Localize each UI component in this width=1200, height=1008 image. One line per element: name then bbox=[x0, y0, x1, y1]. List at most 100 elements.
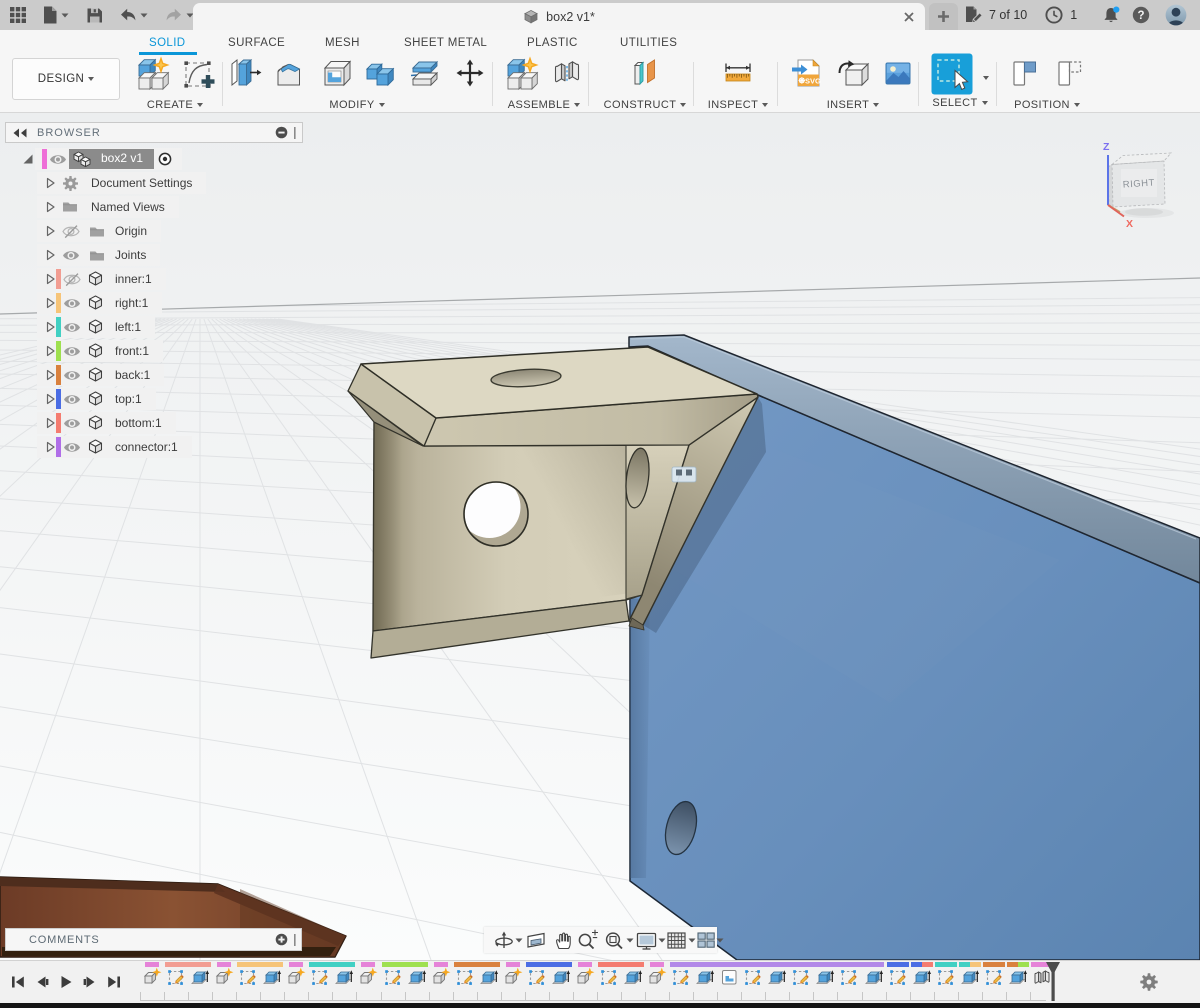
split-body-button[interactable] bbox=[407, 55, 443, 91]
timeline-feature-sketch[interactable] bbox=[671, 967, 691, 987]
play-button[interactable] bbox=[58, 974, 74, 990]
chevron-down-icon[interactable] bbox=[625, 936, 635, 944]
move-button[interactable] bbox=[452, 55, 488, 91]
group-label[interactable]: POSITION bbox=[1001, 99, 1093, 111]
timeline-feature-component[interactable] bbox=[503, 967, 523, 987]
timeline-feature-sketch[interactable] bbox=[984, 967, 1004, 987]
timeline-feature-component[interactable] bbox=[431, 967, 451, 987]
notifications-button[interactable] bbox=[1101, 0, 1121, 30]
visibility-eye-icon[interactable] bbox=[63, 272, 81, 287]
expand-arrow-icon[interactable] bbox=[43, 320, 57, 334]
tree-item-label[interactable]: Document Settings bbox=[91, 176, 192, 190]
browser-root-row[interactable]: box2 v1 bbox=[5, 147, 303, 171]
close-tab-button[interactable] bbox=[900, 8, 918, 26]
timeline-feature-component[interactable] bbox=[575, 967, 595, 987]
visibility-eye-icon[interactable] bbox=[63, 369, 81, 382]
browser-tree-row[interactable]: Joints bbox=[5, 243, 303, 267]
workspace-tab-solid[interactable]: SOLID bbox=[149, 37, 186, 49]
expand-arrow-icon[interactable] bbox=[43, 392, 57, 406]
timeline-feature-sketch[interactable] bbox=[936, 967, 956, 987]
chevron-down-icon[interactable] bbox=[982, 69, 989, 87]
joint-button[interactable] bbox=[549, 55, 585, 91]
combine-button[interactable] bbox=[362, 55, 398, 91]
tree-item-label[interactable]: front:1 bbox=[115, 344, 149, 358]
browser-tree-row[interactable]: Named Views bbox=[5, 195, 303, 219]
save-button[interactable] bbox=[78, 0, 111, 30]
timeline-feature-sketch[interactable] bbox=[166, 967, 186, 987]
visibility-eye-icon[interactable] bbox=[63, 297, 81, 310]
timeline-feature-sketch[interactable] bbox=[888, 967, 908, 987]
workspace-tab-surface[interactable]: SURFACE bbox=[228, 37, 285, 49]
timeline-feature-sketch[interactable] bbox=[839, 967, 859, 987]
expand-arrow-icon[interactable] bbox=[43, 296, 57, 310]
go-to-start-button[interactable] bbox=[10, 974, 26, 990]
tree-item-label[interactable]: connector:1 bbox=[115, 440, 178, 454]
timeline-feature-extrude[interactable] bbox=[1008, 967, 1028, 987]
orbit-icon[interactable] bbox=[493, 929, 515, 951]
expand-arrow-icon[interactable] bbox=[43, 416, 57, 430]
timeline-feature-extrude[interactable] bbox=[407, 967, 427, 987]
timeline-feature-component[interactable] bbox=[358, 967, 378, 987]
help-button[interactable]: ? bbox=[1131, 0, 1151, 30]
expand-arrow-icon[interactable] bbox=[43, 344, 57, 358]
group-label[interactable]: CREATE bbox=[130, 99, 220, 111]
expand-arrow-icon[interactable] bbox=[43, 368, 57, 382]
visibility-eye-icon[interactable] bbox=[63, 321, 81, 334]
zoom-icon[interactable] bbox=[576, 929, 600, 951]
timeline-feature-sketch[interactable] bbox=[310, 967, 330, 987]
timeline-feature-sketch[interactable] bbox=[383, 967, 403, 987]
timeline-feature-extrude[interactable] bbox=[623, 967, 643, 987]
browser-tree-row[interactable]: top:1 bbox=[5, 387, 303, 411]
capture-position-button[interactable] bbox=[1007, 55, 1043, 91]
group-label[interactable]: INSPECT bbox=[698, 99, 778, 111]
browser-header[interactable]: BROWSER bbox=[5, 122, 303, 143]
browser-tree-row[interactable]: bottom:1 bbox=[5, 411, 303, 435]
timeline-feature-sketch[interactable] bbox=[455, 967, 475, 987]
app-grid-button[interactable] bbox=[2, 0, 34, 30]
step-forward-button[interactable] bbox=[82, 974, 98, 990]
tree-item-label[interactable]: inner:1 bbox=[115, 272, 152, 286]
timeline-feature-extrude[interactable] bbox=[190, 967, 210, 987]
workspace-tab-sheet-metal[interactable]: SHEET METAL bbox=[404, 37, 487, 49]
visibility-eye-icon[interactable] bbox=[62, 249, 80, 262]
tree-item-label[interactable]: Joints bbox=[115, 248, 146, 262]
add-comment-icon[interactable] bbox=[275, 933, 288, 946]
timeline-feature-extrude[interactable] bbox=[262, 967, 282, 987]
timeline-feature-extrude[interactable] bbox=[767, 967, 787, 987]
canvas-button[interactable] bbox=[880, 55, 916, 91]
viewport-3d[interactable]: RIGHT Z X BROWSER box2 v1 Document Setti… bbox=[0, 113, 1200, 960]
create-sketch-button[interactable] bbox=[180, 55, 216, 91]
tree-item-label[interactable]: bottom:1 bbox=[115, 416, 162, 430]
new-tab-button[interactable] bbox=[929, 3, 958, 30]
expand-arrow-icon[interactable] bbox=[43, 200, 57, 214]
chevron-down-icon[interactable] bbox=[715, 936, 725, 944]
timeline-feature-component[interactable] bbox=[647, 967, 667, 987]
timeline-feature-extrude[interactable] bbox=[960, 967, 980, 987]
root-component-label[interactable]: box2 v1 bbox=[101, 151, 143, 165]
browser-tree-row[interactable]: inner:1 bbox=[5, 267, 303, 291]
comments-bar[interactable]: COMMENTS bbox=[5, 928, 302, 951]
group-label[interactable]: CONSTRUCT bbox=[598, 99, 692, 111]
insert-mesh-button[interactable] bbox=[835, 55, 871, 91]
joint-origin-widget[interactable] bbox=[672, 467, 696, 482]
look-at-icon[interactable] bbox=[525, 929, 547, 951]
timeline-feature-sketch[interactable] bbox=[599, 967, 619, 987]
timeline-feature-extrude[interactable] bbox=[864, 967, 884, 987]
visibility-eye-icon[interactable] bbox=[63, 441, 81, 454]
workspace-tab-plastic[interactable]: PLASTIC bbox=[527, 37, 578, 49]
fit-icon[interactable] bbox=[603, 929, 625, 951]
activate-component-radio[interactable] bbox=[157, 151, 173, 167]
minimize-panel-icon[interactable] bbox=[275, 126, 288, 139]
workspace-selector[interactable]: DESIGN bbox=[12, 58, 120, 100]
browser-tree-row[interactable]: back:1 bbox=[5, 363, 303, 387]
expand-arrow-icon[interactable] bbox=[43, 272, 57, 286]
timeline-feature-component[interactable] bbox=[142, 967, 162, 987]
panel-resize-handle[interactable] bbox=[292, 933, 298, 947]
tree-item-label[interactable]: left:1 bbox=[115, 320, 141, 334]
timeline-settings-icon[interactable] bbox=[1139, 972, 1159, 992]
press-pull-button[interactable] bbox=[227, 55, 263, 91]
visibility-eye-icon[interactable] bbox=[49, 153, 67, 166]
timeline-feature-sketch[interactable] bbox=[527, 967, 547, 987]
timeline-feature-extrude[interactable] bbox=[912, 967, 932, 987]
expand-arrow-icon[interactable] bbox=[43, 224, 57, 238]
